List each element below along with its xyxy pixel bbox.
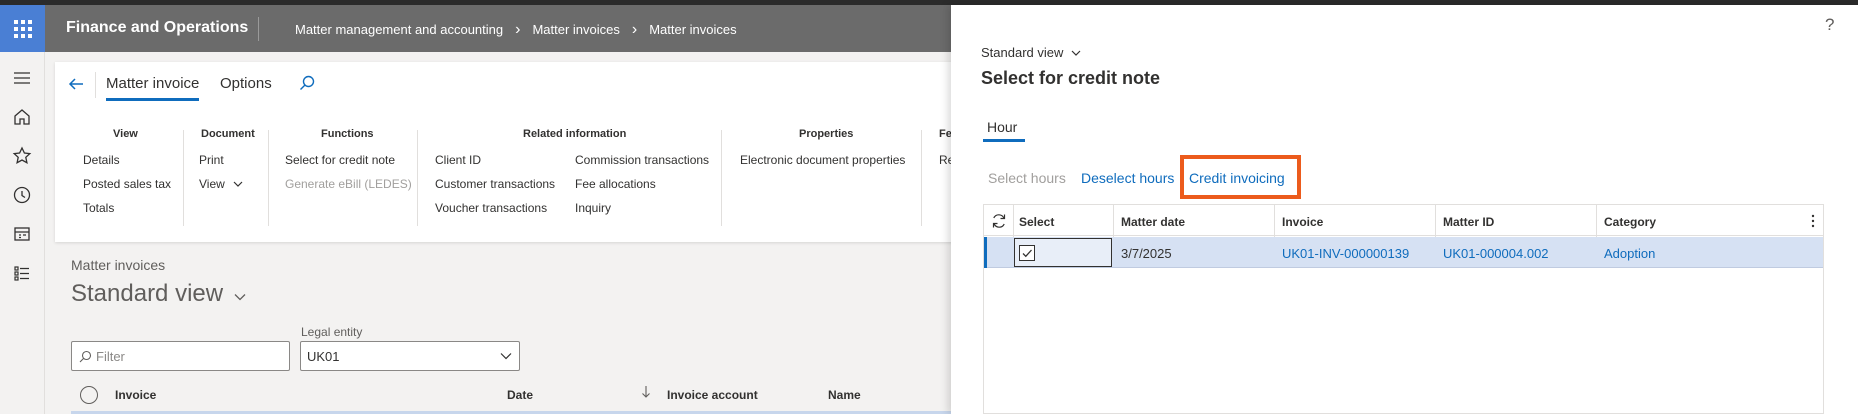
breadcrumb-item-page[interactable]: Matter invoices: [649, 22, 736, 37]
column-header-invoice[interactable]: Invoice: [115, 388, 156, 402]
column-header-name[interactable]: Name: [828, 388, 861, 402]
group-title-related-information: Related information: [523, 128, 627, 140]
chevron-down-icon: [1071, 50, 1081, 56]
totals-button[interactable]: Totals: [83, 201, 114, 215]
select-for-credit-note-button[interactable]: Select for credit note: [285, 153, 395, 167]
column-header-matter-id[interactable]: Matter ID: [1443, 215, 1494, 229]
tab-hour[interactable]: Hour: [987, 119, 1017, 135]
waffle-icon: [13, 19, 32, 38]
row-selected-indicator: [984, 237, 987, 268]
legal-entity-value: UK01: [307, 349, 340, 364]
select-for-credit-note-panel: Standard view ? Select for credit note H…: [951, 5, 1858, 414]
title-divider: [258, 17, 259, 41]
tab-matter-invoice[interactable]: Matter invoice: [106, 75, 200, 101]
group-divider: [268, 130, 269, 226]
view-menu-label: View: [199, 177, 225, 191]
voucher-transactions-button[interactable]: Voucher transactions: [435, 201, 547, 215]
electronic-document-properties-button[interactable]: Electronic document properties: [740, 153, 905, 167]
help-icon[interactable]: ?: [1825, 15, 1834, 35]
legal-entity-select[interactable]: UK01: [300, 341, 520, 371]
hours-grid: Select Matter date Invoice Matter ID Cat…: [983, 204, 1824, 414]
panel-view-selector[interactable]: Standard view: [981, 45, 1081, 60]
group-title-properties: Properties: [799, 128, 854, 140]
chevron-down-icon: [233, 181, 243, 187]
customer-transactions-button[interactable]: Customer transactions: [435, 177, 555, 191]
filter-placeholder: Filter: [96, 349, 125, 364]
hours-grid-header: Select Matter date Invoice Matter ID Cat…: [984, 205, 1823, 236]
left-navigation: [0, 52, 45, 414]
posted-sales-tax-button[interactable]: Posted sales tax: [83, 177, 171, 191]
category-link[interactable]: Adoption: [1604, 246, 1655, 261]
breadcrumb: Matter management and accounting › Matte…: [295, 21, 737, 38]
group-title-document: Document: [201, 128, 255, 140]
action-pane-divider: [95, 72, 96, 98]
deselect-hours-button[interactable]: Deselect hours: [1081, 170, 1174, 186]
breadcrumb-item-menu[interactable]: Matter invoices: [532, 22, 619, 37]
view-name: Standard view: [71, 280, 224, 307]
more-options-icon[interactable]: [1810, 213, 1816, 229]
details-button[interactable]: Details: [83, 153, 120, 167]
action-pane: Matter invoice Options View Details Post…: [55, 62, 955, 242]
back-arrow-icon[interactable]: [67, 75, 85, 93]
workspaces-icon[interactable]: [10, 222, 34, 246]
group-title-functions: Functions: [321, 128, 374, 140]
app-title[interactable]: Finance and Operations: [66, 19, 248, 37]
fee-allocations-button[interactable]: Fee allocations: [575, 177, 656, 191]
group-divider: [921, 130, 922, 226]
column-header-select[interactable]: Select: [1019, 215, 1054, 229]
column-header-date[interactable]: Date: [507, 388, 533, 402]
search-icon[interactable]: [297, 73, 317, 93]
hamburger-menu-icon[interactable]: [10, 66, 34, 90]
select-all-radio[interactable]: [80, 386, 98, 404]
filter-input[interactable]: Filter: [71, 341, 290, 371]
legal-entity-label: Legal entity: [301, 325, 363, 339]
column-header-category[interactable]: Category: [1604, 215, 1656, 229]
app-launcher-button[interactable]: [0, 5, 45, 52]
group-divider: [183, 130, 184, 226]
invoices-grid-header: Invoice Date Invoice account Name: [71, 383, 951, 414]
invoice-link[interactable]: UK01-INV-000000139: [1282, 246, 1409, 261]
select-checkbox[interactable]: [1019, 245, 1035, 261]
credit-invoicing-highlight: [1180, 155, 1301, 199]
print-button[interactable]: Print: [199, 153, 224, 167]
modules-list-icon[interactable]: [10, 261, 34, 285]
group-divider: [721, 130, 722, 226]
commission-transactions-button[interactable]: Commission transactions: [575, 153, 709, 167]
refresh-icon[interactable]: [990, 212, 1008, 230]
chevron-right-icon: ›: [515, 21, 521, 38]
group-title-view: View: [113, 128, 138, 140]
panel-title: Select for credit note: [981, 68, 1161, 88]
view-selector[interactable]: Standard view: [71, 280, 246, 308]
search-icon: [79, 350, 92, 363]
column-header-invoice[interactable]: Invoice: [1282, 215, 1323, 229]
group-divider: [417, 130, 418, 226]
view-menu-button[interactable]: View: [199, 177, 243, 191]
chevron-down-icon: [500, 353, 512, 360]
sort-down-arrow-icon: [642, 386, 650, 398]
tab-active-indicator: [983, 139, 1025, 142]
chevron-right-icon: ›: [631, 21, 638, 38]
panel-view-name: Standard view: [981, 45, 1064, 60]
page-caption: Matter invoices: [71, 257, 166, 273]
group-title-truncated: Fe: [939, 128, 952, 140]
generate-ebill-button: Generate eBill (LEDES): [285, 177, 412, 191]
client-id-button[interactable]: Client ID: [435, 153, 481, 167]
chevron-down-icon: [234, 294, 246, 301]
breadcrumb-item-module[interactable]: Matter management and accounting: [295, 22, 503, 37]
matter-id-link[interactable]: UK01-000004.002: [1443, 246, 1549, 261]
checkmark-icon: [1022, 249, 1032, 258]
inquiry-button[interactable]: Inquiry: [575, 201, 611, 215]
select-hours-button: Select hours: [988, 170, 1066, 186]
select-cell[interactable]: [1014, 238, 1112, 267]
home-icon[interactable]: [10, 105, 34, 129]
recent-clock-icon[interactable]: [10, 183, 34, 207]
column-header-matter-date[interactable]: Matter date: [1121, 215, 1185, 229]
matter-date-cell: 3/7/2025: [1121, 246, 1172, 261]
column-header-invoice-account[interactable]: Invoice account: [667, 388, 758, 402]
table-row[interactable]: 3/7/2025 UK01-INV-000000139 UK01-000004.…: [984, 237, 1823, 268]
tab-options[interactable]: Options: [220, 75, 272, 92]
favorites-star-icon[interactable]: [10, 144, 34, 168]
